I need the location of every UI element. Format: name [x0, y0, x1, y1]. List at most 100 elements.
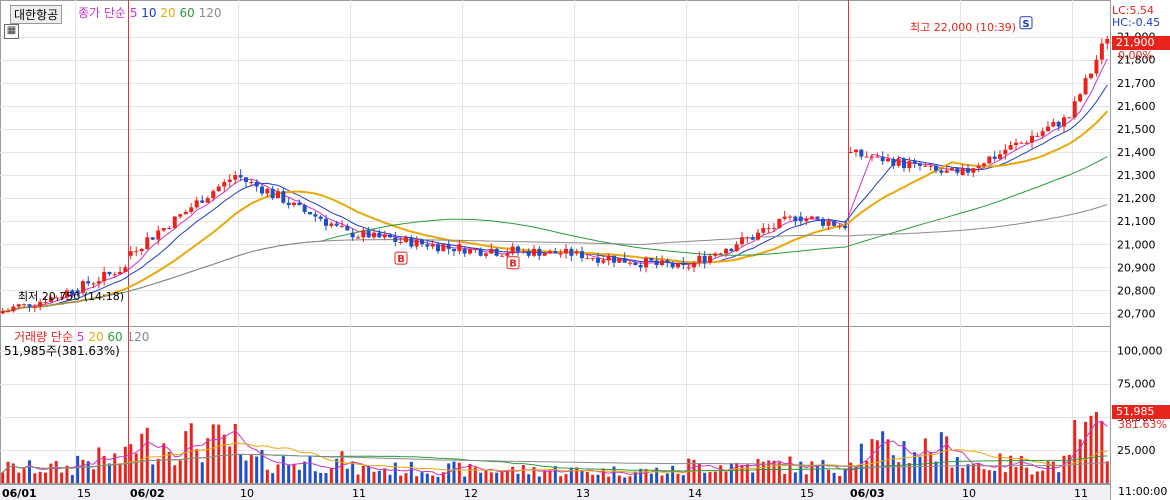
volume-bar — [553, 466, 557, 483]
price-tick-label: 20,900 — [1117, 261, 1156, 274]
volume-bar — [671, 465, 675, 483]
candle-body — [832, 221, 837, 226]
candle-body — [270, 188, 275, 199]
volume-bar — [156, 458, 160, 483]
volume-bar — [500, 471, 504, 483]
candle-body — [596, 258, 600, 263]
candle-body — [238, 175, 243, 178]
candle-body — [1094, 59, 1099, 74]
volume-bar — [335, 458, 339, 483]
volume-bar — [151, 464, 155, 483]
volume-bar — [719, 465, 723, 483]
volume-bar — [222, 434, 226, 483]
volume-bar — [628, 476, 632, 483]
candle-body — [404, 237, 408, 242]
candle-body — [329, 223, 334, 226]
candle-body — [729, 248, 734, 252]
candle-body — [145, 237, 150, 249]
volume-bar — [918, 457, 922, 483]
volume-bar — [377, 470, 381, 483]
candle-body — [788, 216, 792, 218]
candle-body — [150, 237, 155, 240]
candle-body — [194, 200, 199, 208]
volume-bar — [173, 465, 177, 483]
volume-bar — [971, 464, 975, 483]
candle-body — [526, 251, 531, 256]
candle-body — [393, 237, 398, 242]
volume-bar — [1025, 467, 1029, 483]
candle-body — [1105, 38, 1110, 44]
volume-bar — [383, 468, 387, 483]
candle-body — [976, 165, 981, 169]
volume-bar — [313, 471, 317, 483]
stock-name-selector[interactable]: 대한항공 — [10, 5, 63, 24]
volume-bar — [233, 423, 237, 483]
volume-bar — [27, 460, 31, 483]
volume-bar — [1084, 421, 1088, 483]
volume-bar — [870, 439, 874, 483]
candle-body — [102, 271, 107, 282]
candle-body — [510, 246, 515, 254]
volume-bar — [564, 474, 568, 483]
volume-bar — [966, 464, 970, 483]
candle-body — [558, 253, 563, 255]
volume-bar — [815, 464, 819, 483]
volume-bar — [184, 431, 188, 483]
candle-body — [1024, 142, 1029, 144]
legend-vma5: 5 — [76, 330, 85, 344]
volume-bar — [44, 472, 48, 483]
candle-body — [713, 253, 718, 256]
candle-body — [6, 311, 11, 313]
candle-body — [955, 168, 960, 173]
candle-body — [222, 181, 227, 187]
candle-body — [821, 218, 825, 226]
volume-pct-tag: 381.63% — [1118, 418, 1167, 431]
candle-body — [745, 237, 750, 239]
volume-bar — [580, 470, 584, 483]
hc-label: HC:-0.45 — [1112, 16, 1161, 29]
candle-body — [334, 223, 339, 226]
candle-body — [276, 191, 280, 199]
price-tick-label: 21,300 — [1117, 169, 1156, 182]
candle-body — [681, 262, 686, 266]
volume-bar — [271, 473, 275, 483]
ma5-line — [2, 58, 1108, 312]
candle-body — [361, 230, 366, 238]
candle-body — [676, 262, 680, 268]
volume-bar — [982, 469, 986, 483]
volume-bar — [140, 433, 144, 483]
candle-body — [638, 265, 643, 268]
candle-body — [265, 188, 270, 194]
volume-bar — [939, 432, 943, 483]
candle-body — [644, 258, 648, 268]
volume-bar — [345, 468, 349, 483]
candle-body — [966, 168, 970, 173]
time-tick-label: 15 — [800, 487, 814, 500]
candle-body — [249, 181, 254, 183]
volume-bar — [569, 467, 573, 483]
volume-bar — [265, 469, 269, 483]
volume-tick-label: 100,000 — [1117, 345, 1163, 358]
candle-body — [880, 156, 885, 162]
volume-bar — [206, 438, 210, 483]
volume-bar — [81, 459, 85, 483]
legend-vma120: 120 — [126, 330, 150, 344]
grid-toggle-icon[interactable]: ▦ — [4, 24, 19, 39]
volume-bar — [945, 436, 949, 483]
volume-bar — [843, 468, 847, 483]
time-tick-label: 14 — [688, 487, 702, 500]
candle-body — [848, 151, 853, 153]
candle-body — [254, 181, 259, 187]
candle-body — [420, 239, 424, 245]
candle-body — [183, 211, 188, 215]
volume-bar — [86, 461, 90, 483]
candle-body — [244, 177, 248, 182]
volume-bar — [804, 474, 808, 483]
volume-bar — [393, 462, 397, 483]
candle-body — [297, 202, 302, 206]
candle-body — [1014, 142, 1018, 146]
volume-bar — [676, 473, 680, 483]
volume-bar — [361, 466, 365, 483]
volume-bar — [276, 464, 280, 483]
time-tick-label: 06/03 — [850, 487, 885, 500]
